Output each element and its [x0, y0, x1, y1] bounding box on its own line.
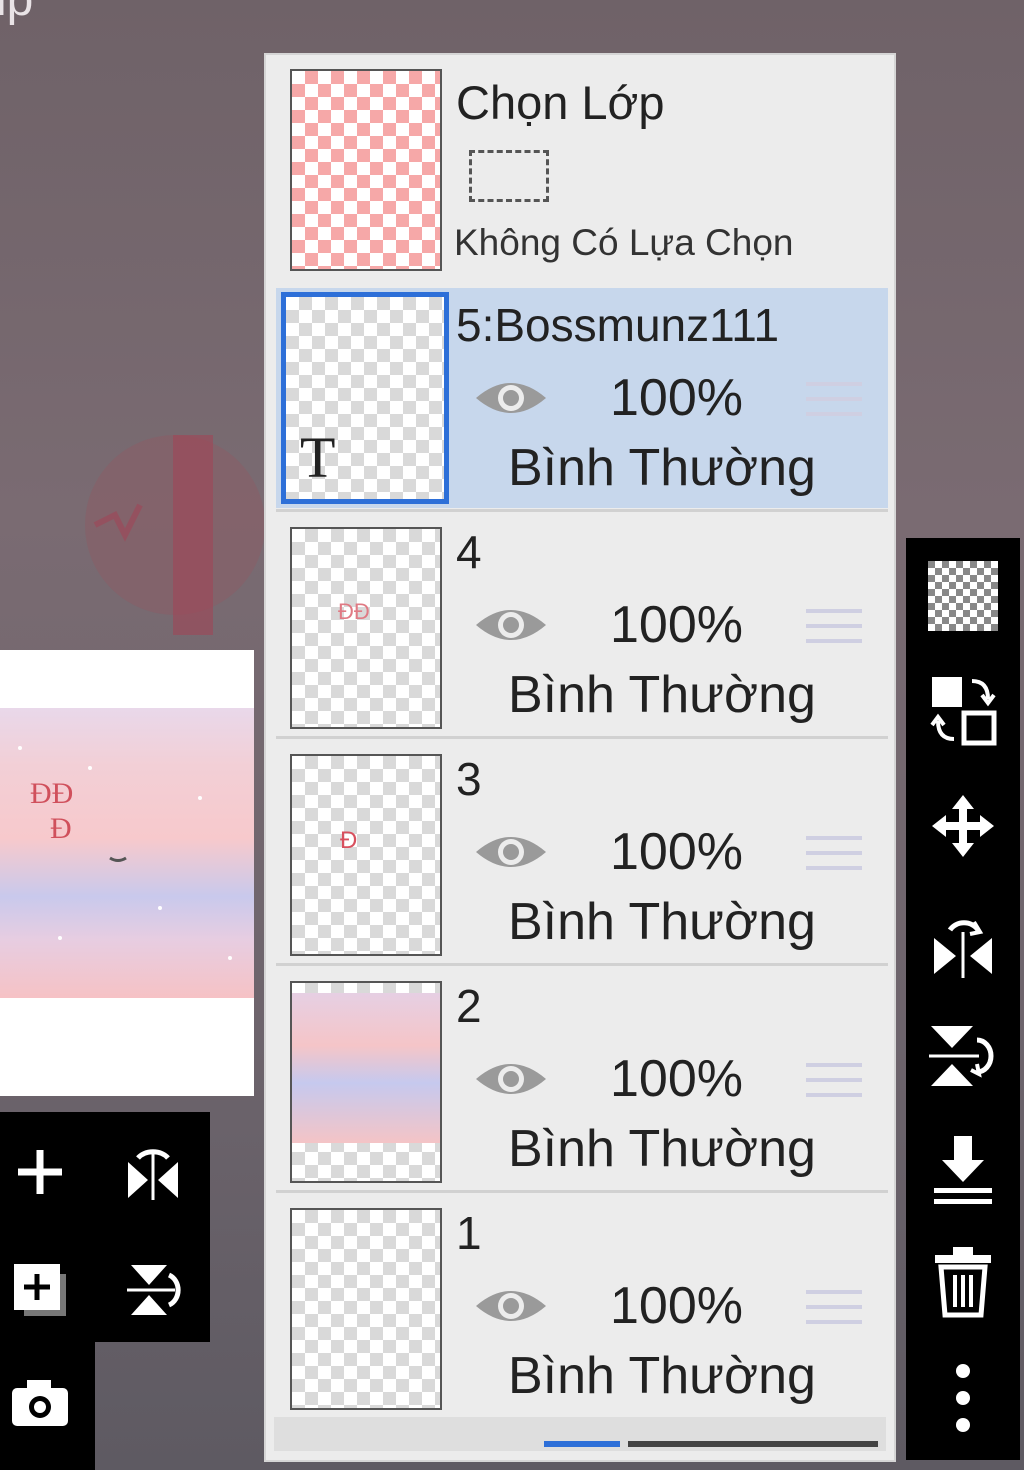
row-divider	[276, 1190, 888, 1193]
layer-thumbnail	[290, 1208, 442, 1410]
selection-layer-thumbnail	[290, 69, 442, 271]
layer-opacity[interactable]: 100%	[610, 1049, 743, 1109]
visibility-eye-icon[interactable]	[472, 601, 550, 649]
text-layer-badge: T	[300, 425, 336, 490]
svg-text:Đ: Đ	[50, 812, 72, 845]
visibility-eye-icon[interactable]	[472, 1282, 550, 1330]
layer-thumbnail: Đ	[290, 754, 442, 956]
app-title-fragment: ip	[0, 0, 33, 27]
svg-text:ĐĐ: ĐĐ	[30, 777, 73, 810]
layer-name: 2	[456, 980, 482, 1032]
layer-thumbnail: T	[281, 292, 449, 504]
scroll-indicator	[544, 1441, 620, 1447]
layer-row-4[interactable]: ĐĐ 4 100% Bình Thường	[276, 515, 888, 739]
layer-blend-mode[interactable]: Bình Thường	[508, 892, 816, 952]
layer-row-3[interactable]: Đ 3 100% Bình Thường	[276, 742, 888, 966]
right-toolbar	[906, 538, 1020, 1460]
drag-handle-icon[interactable]	[806, 382, 862, 422]
row-divider	[276, 963, 888, 966]
flip-horizontal-icon[interactable]	[110, 1132, 195, 1212]
selection-status: Không Có Lựa Chọn	[454, 222, 794, 263]
visibility-eye-icon[interactable]	[472, 1055, 550, 1103]
layer-opacity[interactable]: 100%	[610, 822, 743, 882]
scroll-track	[628, 1441, 878, 1447]
flip-horizontal-rotate-icon[interactable]	[906, 893, 1020, 993]
layer-opacity[interactable]: 100%	[610, 368, 743, 428]
canvas-preview[interactable]: ĐĐ Đ	[0, 650, 254, 1096]
row-divider	[276, 509, 888, 512]
merge-down-icon[interactable]	[906, 1120, 1020, 1220]
visibility-eye-icon[interactable]	[472, 374, 550, 422]
more-options-icon[interactable]	[906, 1348, 1020, 1448]
layer-blend-mode[interactable]: Bình Thường	[508, 1346, 816, 1406]
panel-scrollbar[interactable]	[274, 1417, 886, 1451]
drag-handle-icon[interactable]	[806, 836, 862, 876]
visibility-eye-icon[interactable]	[472, 828, 550, 876]
layer-thumbnail: ĐĐ	[290, 527, 442, 729]
drag-handle-icon[interactable]	[806, 1290, 862, 1330]
flip-vertical-icon[interactable]	[110, 1250, 195, 1330]
layer-blend-mode[interactable]: Bình Thường	[508, 665, 816, 725]
svg-text:ĐĐ: ĐĐ	[338, 599, 370, 624]
move-icon[interactable]	[906, 776, 1020, 876]
canvas-doodle: ĐĐ Đ	[18, 746, 232, 960]
selection-marquee-icon	[469, 150, 549, 202]
selection-layer-title: Chọn Lớp	[456, 76, 665, 129]
add-layer-icon[interactable]	[5, 1132, 75, 1212]
svg-text:Đ: Đ	[340, 827, 357, 854]
canvas-artwork: ĐĐ Đ	[0, 708, 254, 998]
layer-row-5[interactable]: T 5:Bossmunz111 100% Bình Thường	[276, 288, 888, 512]
row-divider	[276, 736, 888, 739]
layer-name: 1	[456, 1207, 482, 1259]
left-toolbar	[0, 1112, 210, 1342]
layer-opacity[interactable]: 100%	[610, 595, 743, 655]
flip-vertical-rotate-icon[interactable]	[906, 1006, 1020, 1106]
transparency-icon[interactable]	[906, 546, 1020, 646]
layer-thumbnail	[290, 981, 442, 1183]
swap-layer-icon[interactable]	[906, 660, 1020, 760]
layers-panel: Chọn Lớp Không Có Lựa Chọn T 5:Bossmunz1…	[266, 55, 894, 1460]
canvas-watermark-art	[85, 435, 265, 635]
camera-icon[interactable]	[5, 1362, 75, 1442]
layer-blend-mode[interactable]: Bình Thường	[508, 438, 816, 498]
layer-blend-mode[interactable]: Bình Thường	[508, 1119, 816, 1179]
layer-row-2[interactable]: 2 100% Bình Thường	[276, 969, 888, 1193]
trash-icon[interactable]	[906, 1232, 1020, 1332]
layer-name: 4	[456, 526, 482, 578]
layer-opacity[interactable]: 100%	[610, 1276, 743, 1336]
drag-handle-icon[interactable]	[806, 1063, 862, 1103]
camera-toolbar	[0, 1342, 95, 1470]
layer-row-1[interactable]: 1 100% Bình Thường	[276, 1196, 888, 1416]
layer-name: 5:Bossmunz111	[456, 299, 780, 351]
selection-layer-row[interactable]: Chọn Lớp Không Có Lựa Chọn	[266, 55, 894, 285]
add-layer-copy-icon[interactable]	[5, 1250, 75, 1330]
drag-handle-icon[interactable]	[806, 609, 862, 649]
layer-name: 3	[456, 753, 482, 805]
